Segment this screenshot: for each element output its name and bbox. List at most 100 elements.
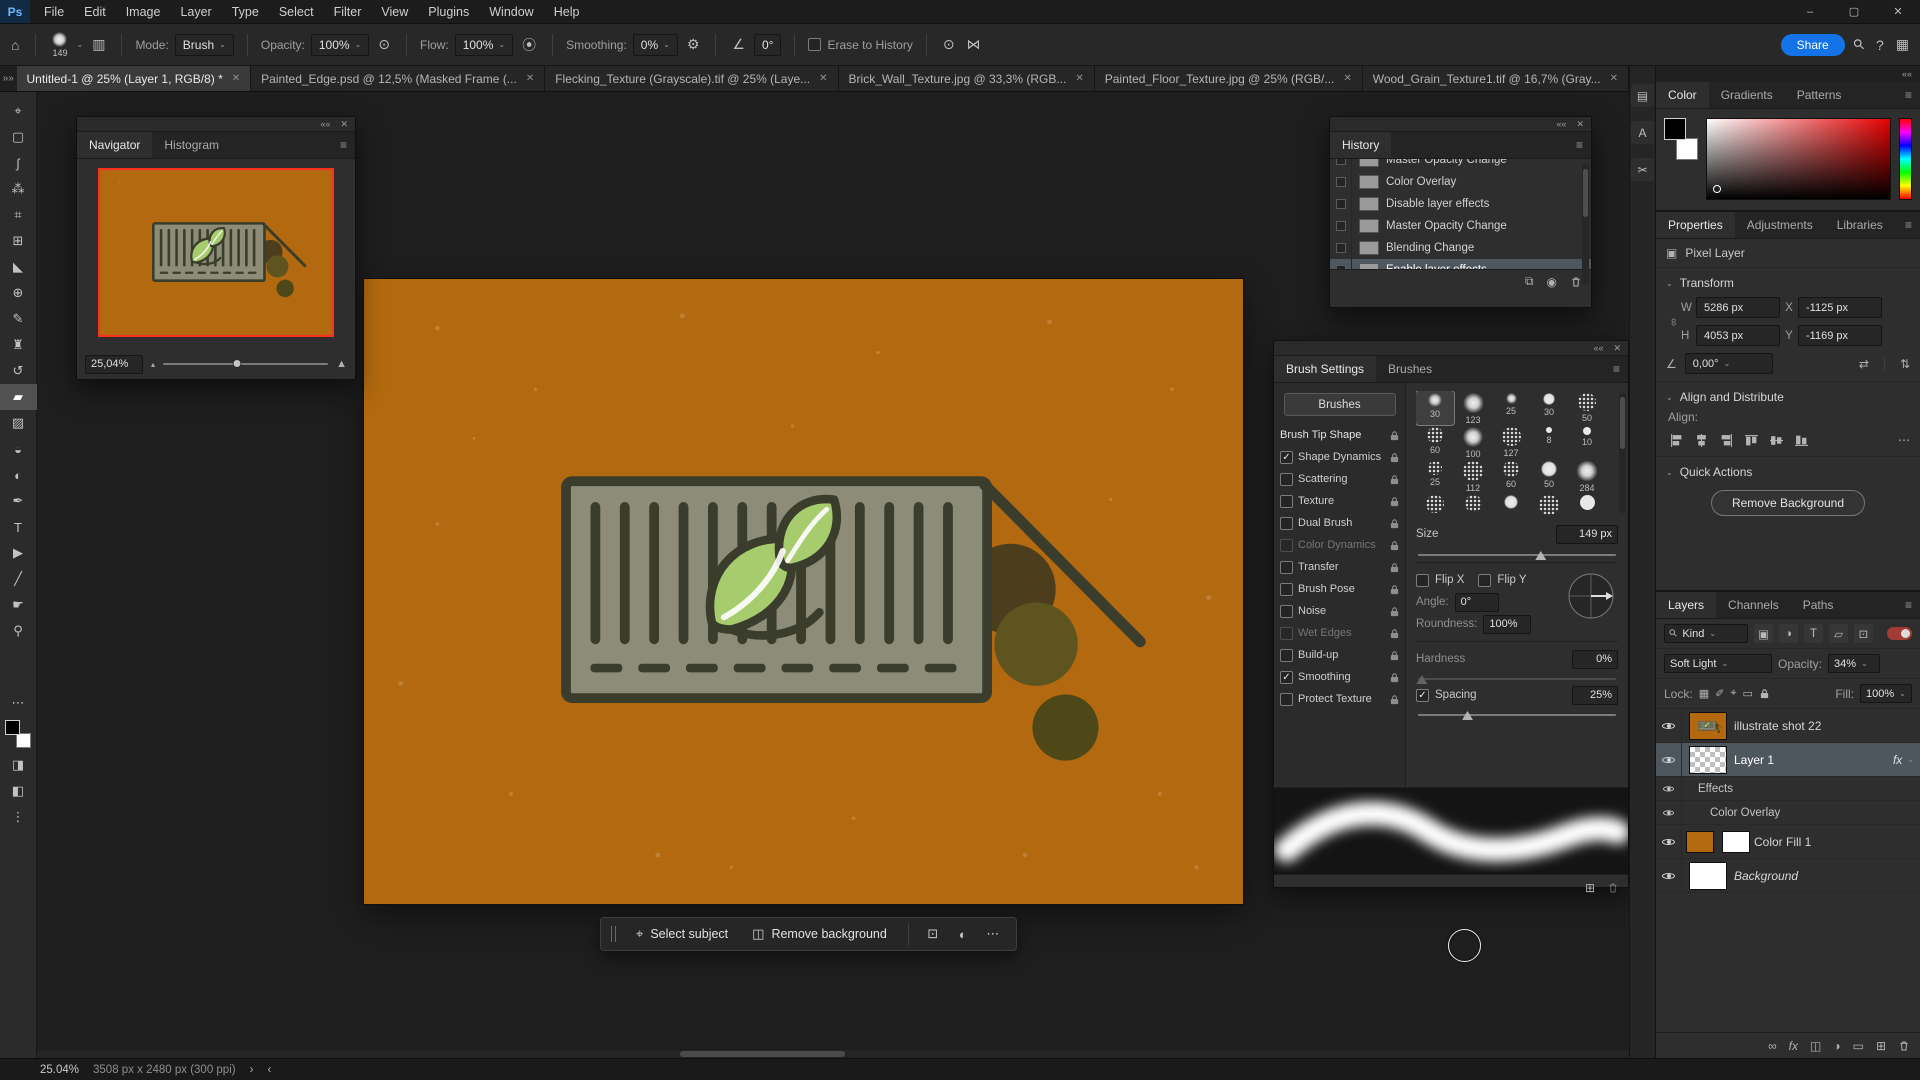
brush-tip-preset[interactable]: 30 [1416, 391, 1454, 425]
chevron-down-icon[interactable]: ⌄ [1666, 393, 1673, 402]
menu-view[interactable]: View [371, 0, 418, 23]
history-state-selected[interactable]: Enable layer effects [1330, 259, 1591, 269]
align-center-v-button[interactable] [1766, 431, 1786, 449]
section-wet-edges[interactable]: Wet Edges [1274, 622, 1405, 644]
quick-mask-icon[interactable]: ◨ [0, 752, 37, 778]
flip-vertical-icon[interactable]: ⇅ [1900, 357, 1910, 371]
hand-tool[interactable]: ☛ [0, 592, 37, 618]
roundness-field[interactable]: 100% [1483, 615, 1531, 634]
collapse-panel-icon[interactable]: «« [1593, 343, 1603, 353]
navigator-zoom-slider[interactable] [163, 363, 328, 365]
share-button[interactable]: Share [1781, 34, 1845, 56]
hue-strip[interactable] [1899, 118, 1912, 200]
toolbar-collapse-icon[interactable]: »» [0, 66, 17, 91]
lock-transparency-icon[interactable]: ▦ [1699, 687, 1709, 700]
brush-tip-preset[interactable]: 25 [1492, 391, 1530, 425]
panel-menu-icon[interactable]: ≡ [1605, 362, 1628, 376]
dodge-tool[interactable]: ◐ [0, 462, 37, 488]
close-tab-icon[interactable]: ✕ [526, 73, 534, 84]
height-field[interactable]: 4053 px [1696, 325, 1780, 346]
search-icon[interactable]: ⚲ [1847, 33, 1871, 57]
size-slider[interactable] [1418, 554, 1616, 556]
history-state[interactable]: Color Overlay [1330, 171, 1591, 193]
more-align-options-icon[interactable]: ⋯ [1898, 433, 1910, 447]
history-scrollbar[interactable] [1582, 163, 1589, 285]
eyedropper-tool[interactable]: ◣ [0, 254, 37, 280]
filter-type-layers-icon[interactable]: T [1804, 624, 1823, 643]
filter-shape-layers-icon[interactable]: ▱ [1829, 624, 1848, 643]
status-prev-icon[interactable]: ‹ [267, 1064, 271, 1076]
tab-brush-settings[interactable]: Brush Settings [1274, 356, 1376, 382]
remove-background-button[interactable]: ◫ Remove background [742, 921, 897, 947]
section-brush-pose[interactable]: Brush Pose [1274, 578, 1405, 600]
background-color-swatch[interactable] [1676, 138, 1698, 160]
hardness-slider[interactable] [1418, 678, 1616, 680]
section-texture[interactable]: Texture [1274, 490, 1405, 512]
toggle-brush-panel-icon[interactable]: ▥ [89, 36, 108, 53]
panel-menu-icon[interactable]: ≡ [1897, 88, 1920, 102]
opacity-select[interactable]: 100%⌄ [311, 34, 369, 56]
close-panel-icon[interactable]: ✕ [1613, 343, 1621, 354]
layer-opacity-field[interactable]: 34%⌄ [1828, 654, 1880, 673]
document-tab[interactable]: Brick_Wall_Texture.jpg @ 33,3% (RGB...✕ [839, 66, 1095, 91]
section-smoothing[interactable]: Smoothing [1274, 666, 1405, 688]
tab-gradients[interactable]: Gradients [1709, 82, 1785, 108]
section-transfer[interactable]: Transfer [1274, 556, 1405, 578]
visibility-toggle[interactable] [1656, 709, 1682, 742]
close-panel-icon[interactable]: ✕ [340, 119, 348, 130]
document-tab[interactable]: Painted_Edge.psd @ 12,5% (Masked Frame (… [251, 66, 545, 91]
slider-thumb[interactable] [1462, 711, 1473, 720]
delete-state-icon[interactable] [1570, 276, 1582, 288]
collapse-dock-icon[interactable]: «« [1902, 69, 1912, 79]
zoom-in-icon[interactable]: ▲ [336, 358, 347, 370]
smoothing-select[interactable]: 0%⌄ [633, 34, 678, 56]
tab-paths[interactable]: Paths [1791, 592, 1846, 618]
brush-tip-preset[interactable]: 112 [1454, 459, 1492, 493]
angle-field[interactable]: 0° [1455, 593, 1499, 612]
align-right-button[interactable] [1716, 431, 1736, 449]
section-scattering[interactable]: Scattering [1274, 468, 1405, 490]
filter-pixel-layers-icon[interactable]: ▣ [1754, 624, 1773, 643]
brush-tool[interactable]: ✎ [0, 306, 37, 332]
section-color-dynamics[interactable]: Color Dynamics [1274, 534, 1405, 556]
blur-tool[interactable]: ◒ [0, 436, 37, 462]
align-center-h-button[interactable] [1691, 431, 1711, 449]
symmetry-icon[interactable]: ⋈ [964, 36, 984, 53]
crop-tool[interactable]: ⌗ [0, 202, 37, 228]
canvas[interactable] [364, 279, 1243, 904]
tab-patterns[interactable]: Patterns [1785, 82, 1854, 108]
layer-thumbnail[interactable] [1690, 747, 1726, 773]
new-group-icon[interactable]: ▭ [1853, 1039, 1864, 1053]
history-source-checkbox[interactable] [1330, 215, 1352, 237]
scrollbar-thumb[interactable] [1583, 169, 1588, 217]
background-color-swatch[interactable] [16, 733, 31, 748]
history-source-checkbox[interactable] [1330, 193, 1352, 215]
menu-edit[interactable]: Edit [74, 0, 116, 23]
tab-libraries[interactable]: Libraries [1825, 212, 1895, 238]
remove-background-quick-action[interactable]: Remove Background [1711, 490, 1865, 516]
section-shape-dynamics[interactable]: Shape Dynamics [1274, 446, 1405, 468]
brush-tip-preset[interactable]: 123 [1454, 391, 1492, 425]
menu-help[interactable]: Help [544, 0, 590, 23]
zoom-out-icon[interactable]: ▴ [151, 360, 155, 369]
document-tab[interactable]: Untitled-1 @ 25% (Layer 1, RGB/8) *✕ [17, 66, 252, 91]
close-tab-icon[interactable]: ✕ [232, 73, 240, 84]
link-layers-icon[interactable]: ∞ [1768, 1039, 1777, 1053]
visibility-toggle[interactable] [1656, 801, 1682, 824]
brush-tip-preset[interactable] [1568, 493, 1606, 517]
new-brush-icon[interactable]: ⊞ [1585, 881, 1595, 895]
visibility-toggle[interactable] [1656, 825, 1682, 858]
link-dimensions-icon[interactable]: ∞ [1668, 314, 1680, 329]
home-icon[interactable]: ⌂ [8, 37, 22, 53]
width-field[interactable]: 5286 px [1696, 297, 1780, 318]
airbrush-icon[interactable]: ⦿ [519, 35, 539, 55]
toolbar-overflow-icon[interactable]: ⋮ [0, 804, 37, 830]
menu-image[interactable]: Image [116, 0, 171, 23]
align-left-button[interactable] [1666, 431, 1686, 449]
filter-smart-objects-icon[interactable]: ⊡ [1854, 624, 1873, 643]
close-tab-icon[interactable]: ✕ [1610, 73, 1618, 84]
collapsed-panel-icon[interactable]: A [1631, 121, 1654, 144]
tab-brushes[interactable]: Brushes [1376, 356, 1444, 382]
hardness-field[interactable]: 0% [1572, 650, 1618, 669]
frame-tool[interactable]: ⊞ [0, 228, 37, 254]
